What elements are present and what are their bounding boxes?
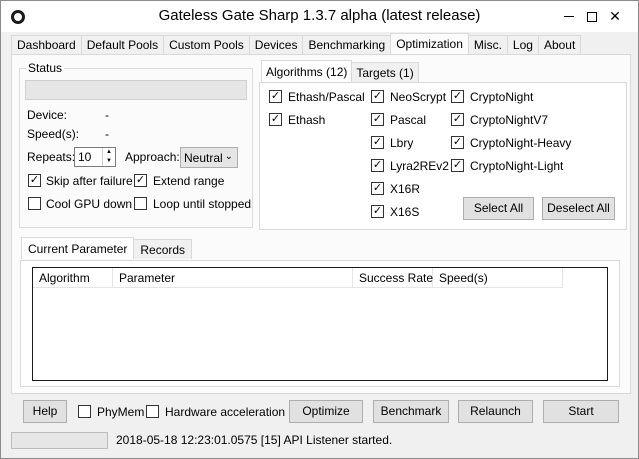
spinner-up-icon[interactable]: ▲ [102,148,115,157]
cool-gpu-down-label: Cool GPU down [46,197,133,211]
algo-checkbox-ethash-pascal[interactable] [269,90,282,103]
algo-label-cryptonight-heavy: CryptoNight-Heavy [470,136,572,150]
speed-label: Speed(s): [27,127,80,141]
repeats-spinner[interactable]: 10 ▲ ▼ [74,147,116,167]
column-parameter[interactable]: Parameter [113,268,353,288]
status-message: 2018-05-18 12:23:01.0575 [15] API Listen… [116,433,393,447]
relaunch-button[interactable]: Relaunch [458,400,533,423]
column-algorithm[interactable]: Algorithm [33,268,113,288]
start-button[interactable]: Start [543,400,619,423]
hardware-acceleration-checkbox[interactable] [146,405,159,418]
algorithm-tabs: Algorithms (12) Targets (1) [261,60,419,82]
deselect-all-button[interactable]: Deselect All [542,197,615,220]
tab-records[interactable]: Records [133,239,193,259]
tab-misc[interactable]: Misc. [467,35,508,54]
algo-label-x16s: X16S [390,205,420,219]
window-title: Gateless Gate Sharp 1.3.7 alpha (latest … [158,7,481,24]
optimize-button[interactable]: Optimize [289,400,363,423]
tab-targets[interactable]: Targets (1) [351,62,419,82]
device-label: Device: [27,108,68,122]
hardware-acceleration-label: Hardware acceleration [165,405,286,419]
algo-checkbox-x16s[interactable] [371,205,384,218]
approach-label: Approach: [125,150,180,164]
algo-checkbox-ethash[interactable] [269,113,282,126]
phymem-label: PhyMem [97,405,145,419]
tab-default-pools[interactable]: Default Pools [80,35,165,54]
algo-checkbox-cryptonightv7[interactable] [451,113,464,126]
repeats-label: Repeats: [27,150,76,164]
algo-label-cryptonightv7: CryptoNightV7 [470,113,549,127]
algo-checkbox-x16r[interactable] [371,182,384,195]
main-tabs: Dashboard Default Pools Custom Pools Dev… [11,33,582,54]
title-bar: Gateless Gate Sharp 1.3.7 alpha (latest … [1,1,638,32]
tab-custom-pools[interactable]: Custom Pools [163,35,250,54]
tab-about[interactable]: About [537,35,582,54]
tab-log[interactable]: Log [506,35,539,54]
status-group-label: Status [26,61,65,75]
algo-checkbox-lyra2rev2[interactable] [371,159,384,172]
algo-checkbox-lbry[interactable] [371,136,384,149]
close-icon: ✕ [609,8,621,24]
algo-label-cryptonight-light: CryptoNight-Light [470,159,564,173]
skip-after-failure-checkbox[interactable] [28,174,41,187]
tab-devices[interactable]: Devices [248,35,304,54]
tab-dashboard[interactable]: Dashboard [11,35,82,54]
parameter-list[interactable]: Algorithm Parameter Success Rate Speed(s… [32,267,608,381]
benchmark-button[interactable]: Benchmark [373,400,449,423]
algo-label-x16r: X16R [390,182,421,196]
algo-label-ethash-pascal: Ethash/Pascal [288,90,365,104]
parameter-tabs: Current Parameter Records [21,237,193,260]
approach-value: Neutral [184,151,223,165]
algo-checkbox-neoscrypt[interactable] [371,90,384,103]
select-all-button[interactable]: Select All [463,197,534,220]
algo-label-neoscrypt: NeoScrypt [390,90,447,104]
status-progress-field [25,80,247,100]
tab-current-parameter[interactable]: Current Parameter [21,237,135,259]
spinner-down-icon[interactable]: ▼ [102,157,115,166]
repeats-value: 10 [78,150,92,164]
device-value: - [105,108,109,122]
column-success-rate[interactable]: Success Rate [353,268,433,288]
help-button[interactable]: Help [23,400,67,423]
algo-label-ethash: Ethash [288,113,326,127]
close-button[interactable]: ✕ [592,1,638,32]
algo-label-cryptonight: CryptoNight [470,90,534,104]
algo-label-lyra2rev2: Lyra2REv2 [390,159,449,173]
tab-algorithms[interactable]: Algorithms (12) [261,60,353,82]
approach-select[interactable]: Neutral ⌄ [180,147,238,168]
tab-optimization[interactable]: Optimization [390,33,469,54]
chevron-down-icon: ⌄ [224,151,233,162]
skip-after-failure-label: Skip after failure [46,174,133,188]
status-progress-bar [11,432,108,449]
speed-value: - [105,127,109,141]
phymem-checkbox[interactable] [78,405,91,418]
algo-checkbox-cryptonight-heavy[interactable] [451,136,464,149]
extend-range-label: Extend range [153,174,225,188]
cool-gpu-down-checkbox[interactable] [28,197,41,210]
tab-benchmarking[interactable]: Benchmarking [302,35,392,54]
extend-range-checkbox[interactable] [134,174,147,187]
algo-checkbox-pascal[interactable] [371,113,384,126]
parameter-list-header: Algorithm Parameter Success Rate Speed(s… [33,268,563,288]
loop-until-stopped-checkbox[interactable] [134,197,147,210]
algo-checkbox-cryptonight-light[interactable] [451,159,464,172]
algo-label-pascal: Pascal [390,113,427,127]
loop-until-stopped-label: Loop until stopped [153,197,252,211]
algo-label-lbry: Lbry [390,136,414,150]
column-speed[interactable]: Speed(s) [433,268,563,288]
algo-checkbox-cryptonight[interactable] [451,90,464,103]
app-window: Gateless Gate Sharp 1.3.7 alpha (latest … [0,0,639,459]
